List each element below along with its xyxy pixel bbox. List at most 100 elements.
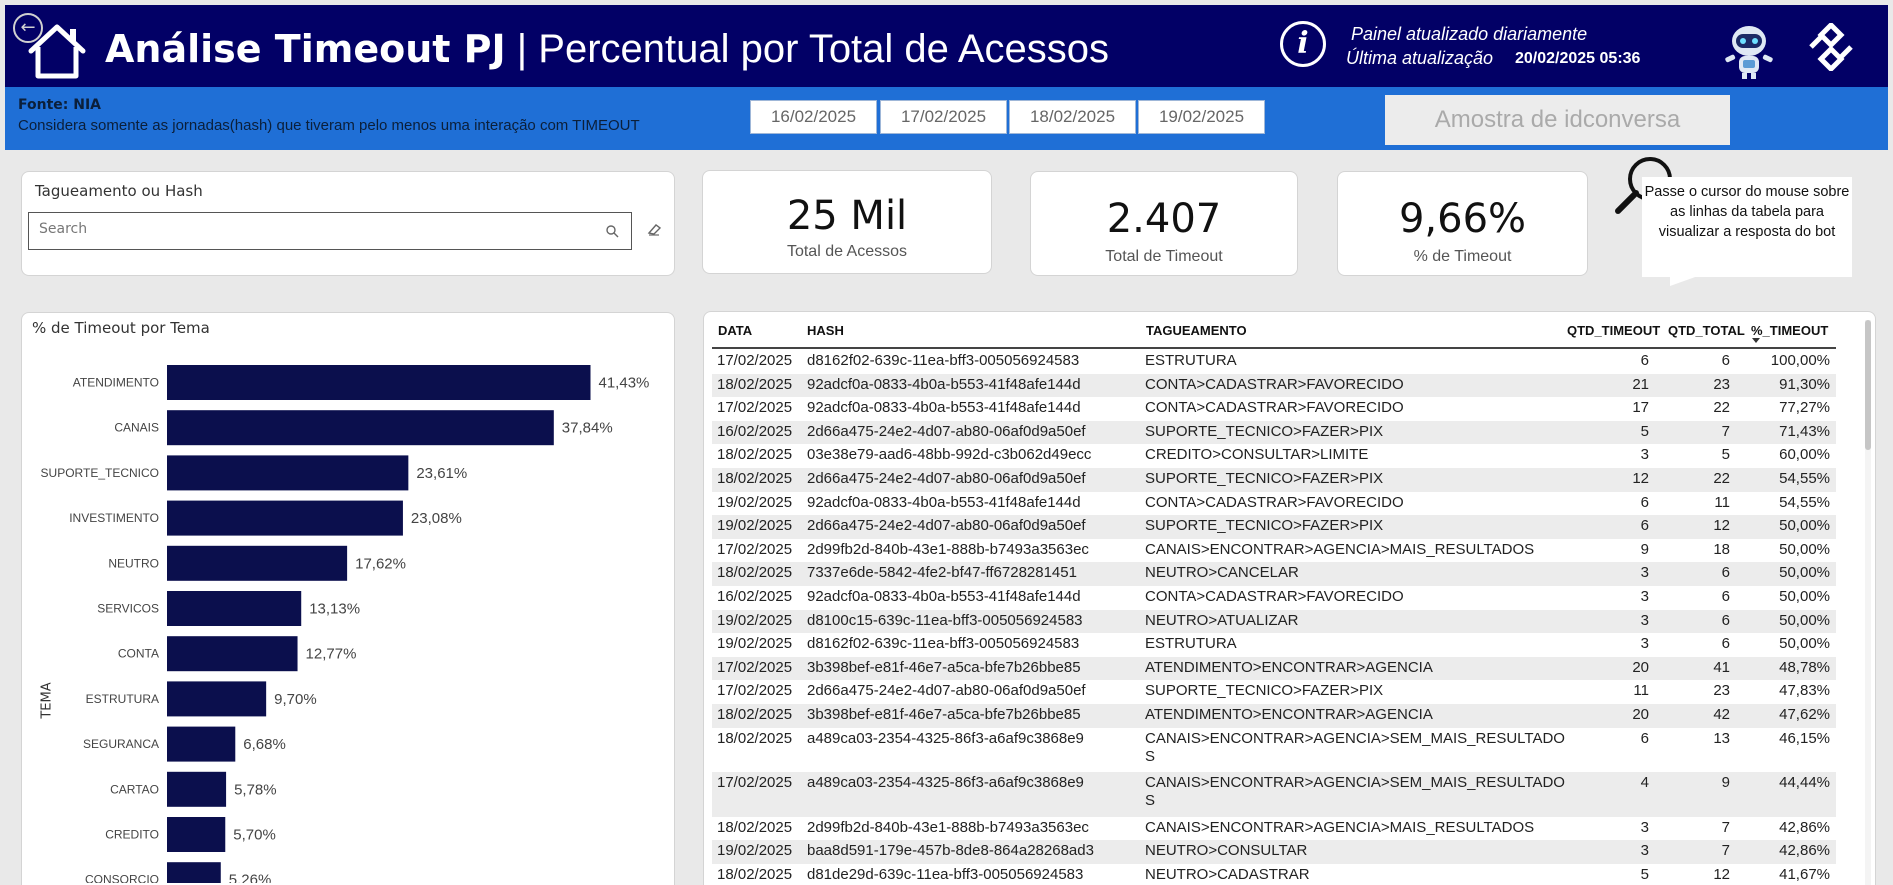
cell-tagueamento: SUPORTE_TECNICO>FAZER>PIX — [1145, 517, 1384, 535]
col-header-hash[interactable]: HASH — [807, 323, 844, 338]
bar[interactable] — [167, 681, 267, 717]
table-row[interactable]: 17/02/2025 3b398bef-e81f-46e7-a5ca-bfe7b2… — [712, 656, 1836, 681]
bar[interactable] — [167, 455, 409, 491]
cell-qtd-total: 6 — [1721, 587, 1730, 605]
cell-qtd-timeout: 4 — [1640, 774, 1649, 791]
data-label: 13,13% — [309, 601, 360, 618]
table-row[interactable]: 16/02/2025 92adcf0a-0833-4b0a-b553-41f48a… — [712, 586, 1836, 610]
table-row[interactable]: 16/02/2025 2d66a475-24e2-4d07-ab80-06af0d… — [712, 420, 1836, 445]
table-row[interactable]: 17/02/2025 92adcf0a-0833-4b0a-b553-41f48a… — [712, 397, 1836, 421]
cell-data: 17/02/2025 — [717, 682, 793, 700]
cell-data: 17/02/2025 — [717, 352, 793, 369]
cell-pct-timeout: 48,78% — [1779, 658, 1830, 676]
table-row[interactable]: 19/02/2025 d8100c15-639c-11ea-bff3-005056… — [712, 609, 1836, 634]
cell-data: 18/02/2025 — [717, 564, 793, 582]
cell-data: 17/02/2025 — [717, 774, 793, 791]
bar[interactable] — [167, 410, 554, 446]
cell-tagueamento: ATENDIMENTO>ENCONTRAR>AGENCIA — [1145, 658, 1433, 676]
table-row[interactable]: 19/02/2025 baa8d591-179e-457b-8de8-864a28… — [712, 840, 1836, 864]
bar[interactable] — [167, 591, 302, 626]
cell-hash: a489ca03-2354-4325-86f3-a6af9c3868e9 — [807, 774, 1084, 791]
table-row[interactable]: 19/02/2025 92adcf0a-0833-4b0a-b553-41f48a… — [712, 492, 1836, 516]
home-icon[interactable] — [25, 21, 89, 81]
sample-idconversa-button[interactable]: Amostra de idconversa — [1385, 95, 1730, 145]
sort-desc-icon[interactable] — [1752, 338, 1760, 343]
table-row[interactable]: 18/02/2025 3b398bef-e81f-46e7-a5ca-bfe7b2… — [712, 703, 1836, 728]
col-header-tagueamento[interactable]: TAGUEAMENTO — [1146, 323, 1247, 338]
cell-qtd-timeout: 6 — [1640, 352, 1649, 369]
search-box[interactable] — [28, 212, 632, 250]
table-row[interactable]: 18/02/2025 7337e6de-5842-4fe2-bf47-ff6728… — [712, 562, 1836, 586]
bar[interactable] — [167, 636, 298, 672]
search-icon[interactable] — [605, 224, 619, 238]
cell-tagueamento: NEUTRO>CANCELAR — [1145, 564, 1299, 582]
cell-qtd-total: 11 — [1714, 493, 1730, 511]
cell-tagueamento: CANAIS>ENCONTRAR>AGENCIA>MAIS_RESULTADOS — [1145, 540, 1535, 558]
search-card: Tagueamento ou Hash — [21, 171, 675, 276]
kpi-label: Total de Timeout — [1105, 248, 1223, 265]
table-row[interactable]: 17/02/2025 2d99fb2d-840b-43e1-888b-b7493a… — [712, 539, 1836, 563]
table-row[interactable]: 17/02/2025 2d66a475-24e2-4d07-ab80-06af0d… — [712, 680, 1836, 704]
bar[interactable] — [167, 726, 236, 762]
table-row[interactable]: 19/02/2025 d8162f02-639c-11ea-bff3-005056… — [712, 633, 1836, 657]
robot-icon[interactable] — [1717, 20, 1781, 82]
hover-instruction-tail — [1670, 276, 1698, 286]
cell-pct-timeout: 50,00% — [1779, 587, 1830, 605]
table-row[interactable]: 18/02/2025 03e38e79-aad6-48bb-992d-c3b062… — [712, 444, 1836, 468]
table-row[interactable]: 19/02/2025 2d66a475-24e2-4d07-ab80-06af0d… — [712, 515, 1836, 539]
bar[interactable] — [167, 862, 221, 883]
cell-hash: a489ca03-2354-4325-86f3-a6af9c3868e9 — [807, 729, 1084, 747]
bar[interactable] — [167, 817, 226, 852]
cell-tagueamento: ESTRUTURA — [1145, 635, 1237, 653]
bar[interactable] — [167, 771, 227, 807]
cell-tagueamento: SUPORTE_TECNICO>FAZER>PIX — [1145, 422, 1384, 440]
cell-data: 18/02/2025 — [717, 865, 793, 883]
cell-pct-timeout: 54,55% — [1779, 493, 1830, 511]
cell-pct-timeout: 77,27% — [1779, 399, 1830, 417]
col-header-qtd-timeout[interactable]: QTD_TIMEOUT — [1567, 323, 1660, 338]
col-header-pct-timeout[interactable]: %_TIMEOUT — [1751, 323, 1828, 338]
bar[interactable] — [167, 500, 403, 536]
cell-qtd-total: 42 — [1713, 705, 1730, 723]
table-row[interactable]: 18/02/2025 2d99fb2d-840b-43e1-888b-b7493a… — [712, 817, 1836, 841]
table-row[interactable]: 18/02/2025 d81de29d-639c-11ea-bff3-005056… — [712, 864, 1836, 885]
table-row[interactable]: 17/02/2025 a489ca03-2354-4325-86f3-a6af9c… — [712, 772, 1836, 817]
cell-pct-timeout: 46,15% — [1779, 729, 1830, 747]
cell-qtd-timeout: 3 — [1640, 842, 1649, 860]
date-filter-button[interactable]: 19/02/2025 — [1138, 100, 1265, 134]
data-label: 5,70% — [233, 827, 276, 844]
category-label: ATENDIMENTO — [73, 376, 159, 390]
cell-qtd-timeout: 20 — [1632, 705, 1649, 723]
col-header-qtd-total[interactable]: QTD_TOTAL — [1668, 323, 1745, 338]
bar[interactable] — [167, 365, 591, 400]
table-row[interactable]: 18/02/2025 a489ca03-2354-4325-86f3-a6af9c… — [712, 728, 1836, 773]
table-row[interactable]: 17/02/2025 d8162f02-639c-11ea-bff3-005056… — [712, 350, 1836, 374]
cell-qtd-total: 6 — [1721, 352, 1730, 369]
cell-hash: 92adcf0a-0833-4b0a-b553-41f48afe144d — [807, 375, 1081, 393]
search-input[interactable] — [39, 221, 579, 237]
date-filter-button[interactable]: 17/02/2025 — [880, 100, 1007, 134]
date-filter-button[interactable]: 16/02/2025 — [750, 100, 877, 134]
bar-chart: ATENDIMENTO 41,43% CANAIS 37,84% SUPORTE_TEC… — [41, 365, 649, 883]
data-label: 23,61% — [416, 465, 467, 482]
col-header-data[interactable]: DATA — [718, 323, 752, 338]
cell-data: 17/02/2025 — [717, 658, 793, 676]
scrollbar-thumb[interactable] — [1865, 320, 1871, 450]
eraser-icon[interactable] — [646, 221, 662, 237]
cell-qtd-total: 12 — [1713, 865, 1730, 883]
cell-pct-timeout: 50,00% — [1779, 540, 1830, 558]
kpi-card-acessos: 25 Mil Total de Acessos — [702, 170, 992, 274]
bar[interactable] — [167, 545, 348, 581]
scrollbar[interactable] — [1865, 320, 1871, 885]
cell-data: 19/02/2025 — [717, 517, 793, 535]
date-filter-button[interactable]: 18/02/2025 — [1009, 100, 1136, 134]
table-row[interactable]: 18/02/2025 2d66a475-24e2-4d07-ab80-06af0d… — [712, 467, 1836, 492]
cell-pct-timeout: 91,30% — [1779, 375, 1830, 393]
info-icon[interactable]: i — [1280, 21, 1326, 67]
cell-qtd-total: 6 — [1721, 611, 1730, 629]
cell-qtd-total: 12 — [1713, 517, 1730, 535]
cell-hash: 3b398bef-e81f-46e7-a5ca-bfe7b26bbe85 — [807, 705, 1081, 723]
last-update-label: Última atualização — [1346, 48, 1494, 68]
data-label: 5,26% — [229, 872, 272, 883]
table-row[interactable]: 18/02/2025 92adcf0a-0833-4b0a-b553-41f48a… — [712, 373, 1836, 398]
